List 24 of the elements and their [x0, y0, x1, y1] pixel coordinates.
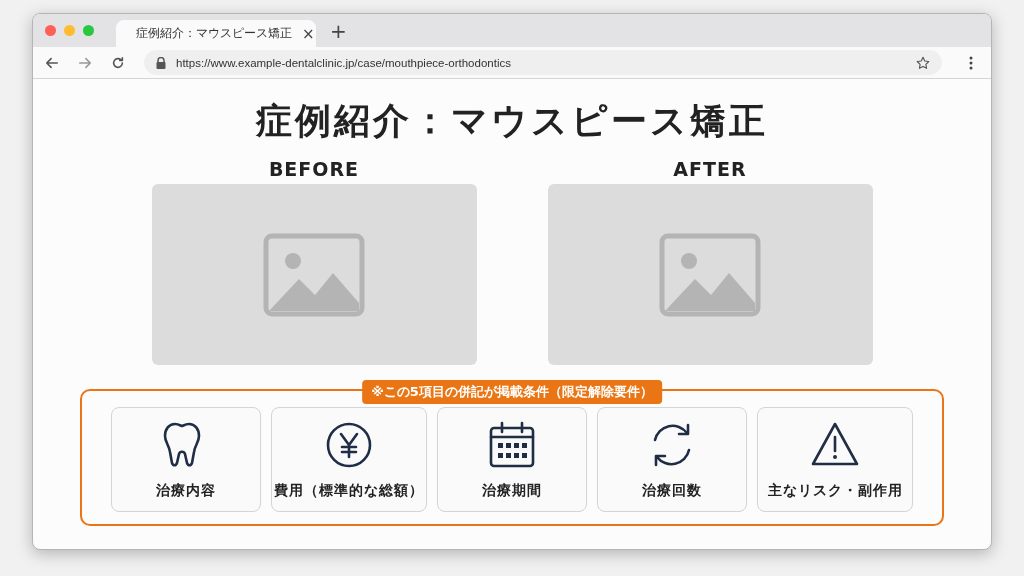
- new-tab-button[interactable]: +: [330, 18, 347, 43]
- image-icon: [263, 232, 365, 317]
- browser-tab[interactable]: 症例紹介：マウスピース矯正 ×: [116, 20, 316, 47]
- back-icon[interactable]: [45, 55, 59, 70]
- requirements-badge: ※この5項目の併記が掲載条件（限定解除要件）: [362, 380, 662, 404]
- requirement-label: 治療回数: [642, 481, 702, 500]
- url-text: https://www.example-dentalclinic.jp/case/mouthpiece-orthodontics: [176, 56, 511, 69]
- close-button[interactable]: ×: [302, 24, 315, 43]
- requirement-label: 費用（標準的な総額）: [274, 481, 424, 500]
- star-icon[interactable]: [916, 55, 930, 70]
- reload-icon[interactable]: [111, 55, 125, 70]
- tab-title: 症例紹介：マウスピース矯正: [136, 25, 292, 42]
- menu-icon[interactable]: [969, 55, 973, 70]
- requirement-label: 治療期間: [482, 481, 542, 500]
- image-label: BEFORE: [268, 158, 360, 180]
- forward-icon[interactable]: [78, 55, 92, 70]
- lock-icon: [156, 56, 166, 69]
- image-icon: [659, 232, 761, 317]
- calendar-icon: [487, 419, 537, 470]
- page-title: 症例紹介：マウスピース矯正: [256, 99, 768, 143]
- address-field[interactable]: https://www.example-dentalclinic.jp/case/mouthpiece-orthodontics: [144, 50, 942, 75]
- requirement-label: 主なリスク・副作用: [767, 481, 903, 500]
- image-label: AFTER: [673, 158, 747, 180]
- requirement-label: 治療内容: [156, 481, 216, 500]
